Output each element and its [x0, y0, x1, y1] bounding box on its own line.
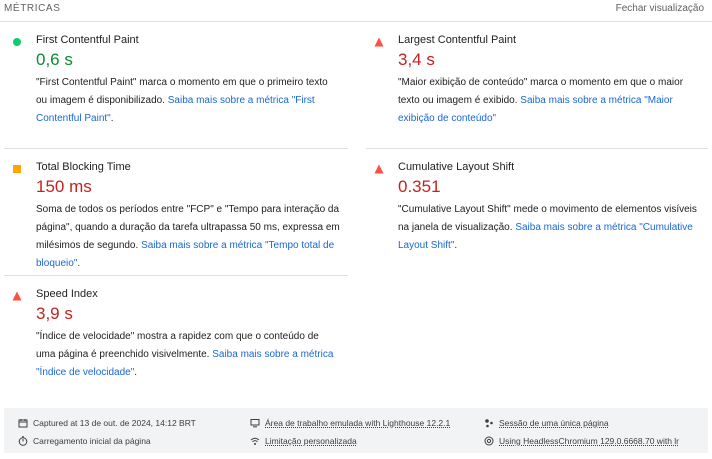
stopwatch-icon — [18, 436, 28, 446]
runtime-settings: Captured at 13 de out. de 2024, 14:12 BR… — [4, 408, 708, 453]
divider — [4, 148, 348, 149]
chrome-icon — [484, 436, 494, 446]
triangle-icon — [374, 37, 384, 47]
metric-speed-index: Speed Index 3,9 s "Índice de velocidade"… — [4, 278, 348, 388]
metric-name: Largest Contentful Paint — [398, 34, 517, 46]
metric-fcp: First Contentful Paint 0,6 s "First Cont… — [4, 24, 348, 144]
session-icon — [485, 419, 493, 428]
metric-name: First Contentful Paint — [36, 34, 139, 46]
metric-name: Speed Index — [36, 288, 98, 300]
square-icon — [13, 165, 21, 173]
calendar-icon — [18, 419, 28, 428]
metric-description: "Maior exibição de conteúdo" marca o mom… — [398, 77, 684, 124]
metric-description: "First Contentful Paint" marca o momento… — [36, 77, 328, 124]
metric-name: Cumulative Layout Shift — [398, 161, 515, 173]
metric-value: 0,6 s — [36, 50, 73, 69]
metric-cls: Cumulative Layout Shift 0.351 "Cumulativ… — [366, 151, 708, 273]
throttling[interactable]: Limitação personalizada — [250, 434, 357, 448]
wifi-icon — [250, 437, 260, 445]
session-type[interactable]: Sessão de uma única página — [484, 416, 609, 430]
metric-tbt: Total Blocking Time 150 ms Soma de todos… — [4, 151, 348, 273]
desktop-icon — [250, 419, 260, 428]
toggle-view-link[interactable]: Fechar visualização — [616, 3, 704, 14]
metric-value: 0.351 — [398, 177, 441, 196]
emulated-device[interactable]: Área de trabalho emulada with Lighthouse… — [250, 416, 450, 430]
browser-info[interactable]: Using HeadlessChromium 129.0.6668.70 wit… — [484, 434, 679, 448]
captured-at: Captured at 13 de out. de 2024, 14:12 BR… — [18, 416, 196, 430]
metric-description: "Cumulative Layout Shift" mede o movimen… — [398, 204, 697, 251]
triangle-icon — [12, 291, 22, 301]
initial-load: Carregamento inicial da página — [18, 434, 151, 448]
metric-value: 3,4 s — [398, 50, 435, 69]
metric-value: 150 ms — [36, 177, 92, 196]
divider — [4, 275, 348, 276]
metric-description: Soma de todos os períodos entre "FCP" e … — [36, 204, 340, 269]
metrics-title: MÉTRICAS — [4, 3, 61, 14]
metrics-header: MÉTRICAS Fechar visualização — [0, 0, 712, 22]
metric-value: 3,9 s — [36, 304, 73, 323]
triangle-icon — [374, 164, 384, 174]
metric-description: "Índice de velocidade" mostra a rapidez … — [36, 331, 334, 378]
metric-lcp: Largest Contentful Paint 3,4 s "Maior ex… — [366, 24, 708, 144]
circle-icon — [13, 38, 21, 46]
metric-name: Total Blocking Time — [36, 161, 131, 173]
divider — [366, 148, 708, 149]
